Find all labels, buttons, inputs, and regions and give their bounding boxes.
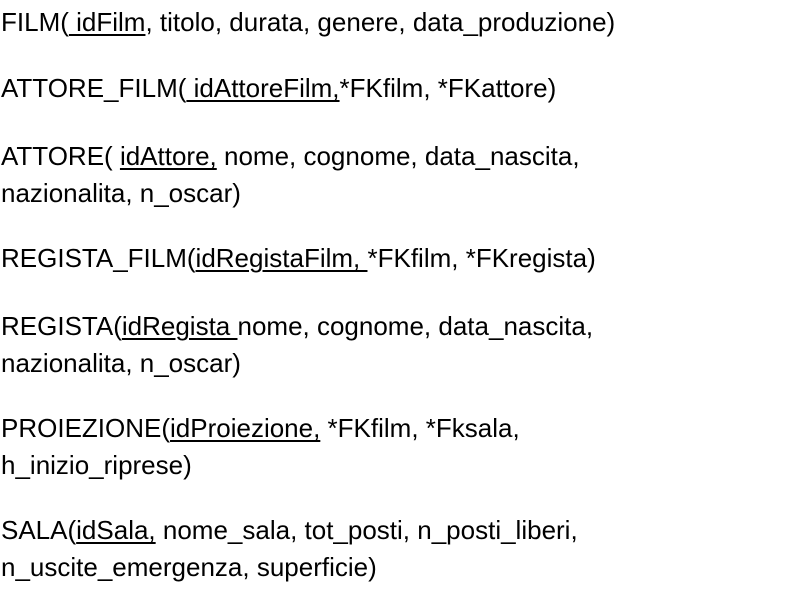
- definition-line: ATTORE( idAttore, nome, cognome, data_na…: [1, 138, 580, 175]
- definition-line: FILM( idFilm, titolo, durata, genere, da…: [1, 4, 615, 41]
- definition-text: ATTORE_FILM(: [1, 73, 187, 103]
- definition-text: ATTORE(: [1, 141, 120, 171]
- definition-text: n_uscite_emergenza, superficie): [1, 552, 377, 582]
- table-definition-sala: SALA(idSala, nome_sala, tot_posti, n_pos…: [1, 512, 578, 586]
- definition-line: nazionalita, n_oscar): [1, 345, 593, 382]
- definition-text: h_inizio_riprese): [1, 450, 192, 480]
- definition-text: nazionalita, n_oscar): [1, 178, 241, 208]
- table-definition-proiezione: PROIEZIONE(idProiezione, *FKfilm, *Fksal…: [1, 410, 520, 484]
- table-definition-attore-film: ATTORE_FILM( idAttoreFilm,*FKfilm, *FKat…: [1, 70, 556, 107]
- definition-line: h_inizio_riprese): [1, 447, 520, 484]
- definition-text: REGISTA_FILM(: [1, 243, 196, 273]
- definition-line: REGISTA(idRegista nome, cognome, data_na…: [1, 308, 593, 345]
- definition-line: PROIEZIONE(idProiezione, *FKfilm, *Fksal…: [1, 410, 520, 447]
- table-definition-regista: REGISTA(idRegista nome, cognome, data_na…: [1, 308, 593, 382]
- primary-key: idFilm: [68, 7, 146, 37]
- definition-text: nome_sala, tot_posti, n_posti_liberi,: [155, 515, 578, 545]
- definition-line: n_uscite_emergenza, superficie): [1, 549, 578, 586]
- definition-text: SALA(: [1, 515, 77, 545]
- primary-key: idProiezione,: [170, 413, 321, 443]
- definition-line: ATTORE_FILM( idAttoreFilm,*FKfilm, *FKat…: [1, 70, 556, 107]
- definition-line: SALA(idSala, nome_sala, tot_posti, n_pos…: [1, 512, 578, 549]
- primary-key: idAttoreFilm,: [186, 73, 340, 103]
- definition-text: *FKfilm, *Fksala,: [320, 413, 520, 443]
- table-definition-attore: ATTORE( idAttore, nome, cognome, data_na…: [1, 138, 580, 212]
- definition-text: *FKfilm, *FKattore): [339, 73, 557, 103]
- definition-text: REGISTA(: [1, 311, 122, 341]
- definition-text: *FKfilm, *FKregista): [367, 243, 596, 273]
- table-definition-film: FILM( idFilm, titolo, durata, genere, da…: [1, 4, 615, 41]
- table-definition-regista-film: REGISTA_FILM(idRegistaFilm, *FKfilm, *FK…: [1, 240, 596, 277]
- definition-line: REGISTA_FILM(idRegistaFilm, *FKfilm, *FK…: [1, 240, 596, 277]
- definition-text: FILM(: [1, 7, 69, 37]
- definition-text: , titolo, durata, genere, data_produzion…: [145, 7, 616, 37]
- definition-text: PROIEZIONE(: [1, 413, 171, 443]
- primary-key: idRegistaFilm,: [195, 243, 368, 273]
- primary-key: idSala,: [76, 515, 156, 545]
- definition-text: nazionalita, n_oscar): [1, 348, 241, 378]
- primary-key: idAttore,: [119, 141, 217, 171]
- definition-text: nome, cognome, data_nascita,: [237, 311, 594, 341]
- primary-key: idRegista: [121, 311, 238, 341]
- definition-line: nazionalita, n_oscar): [1, 175, 580, 212]
- definition-text: nome, cognome, data_nascita,: [216, 141, 580, 171]
